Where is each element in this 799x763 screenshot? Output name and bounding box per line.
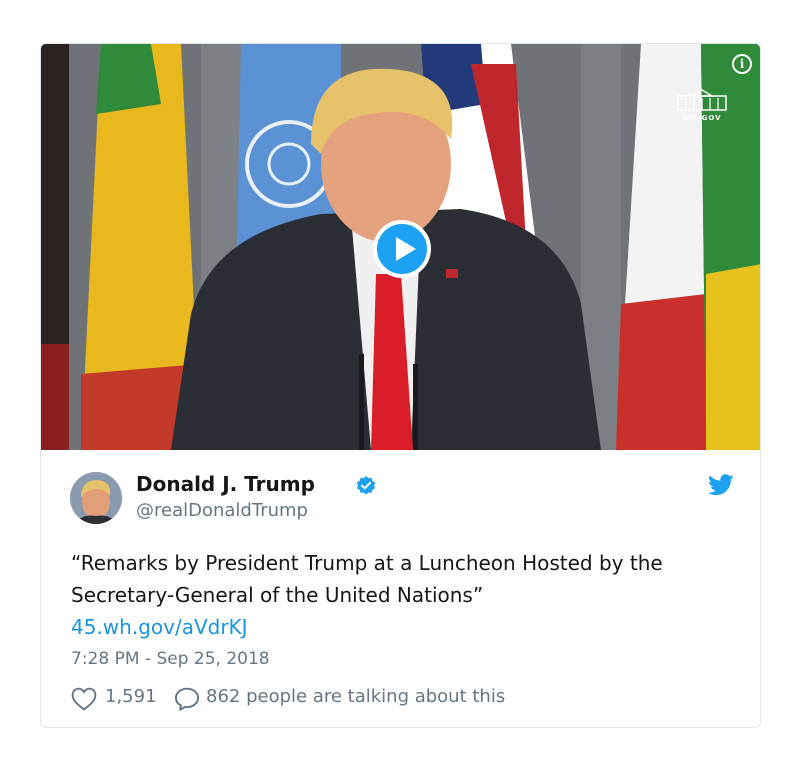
twitter-bird-icon[interactable]: [708, 474, 734, 496]
play-icon: [396, 237, 416, 261]
play-button[interactable]: [373, 220, 431, 278]
tweet-link[interactable]: 45.wh.gov/aVdrKJ: [71, 611, 248, 643]
tweet-body: Donald J. Trump @realDonaldTrump “Remark…: [41, 450, 760, 727]
tweet-card: i WH.GOV Donald J. Trump @realDonaldTrum…: [40, 43, 761, 728]
video-player[interactable]: i WH.GOV: [41, 44, 760, 450]
speech-bubble-icon[interactable]: [174, 687, 200, 711]
conversation-count[interactable]: 862 people are talking about this: [206, 686, 505, 707]
watermark-text: WH.GOV: [682, 114, 722, 122]
heart-icon[interactable]: [71, 687, 97, 711]
white-house-icon: [677, 89, 727, 111]
white-house-watermark: WH.GOV: [672, 88, 732, 122]
tweet-timestamp[interactable]: 7:28 PM - Sep 25, 2018: [71, 649, 270, 669]
author-handle[interactable]: @realDonaldTrump: [136, 500, 308, 521]
author-name[interactable]: Donald J. Trump: [136, 472, 315, 496]
tweet-text: “Remarks by President Trump at a Luncheo…: [71, 551, 663, 607]
verified-badge-icon: [356, 475, 376, 495]
avatar[interactable]: [70, 472, 122, 524]
info-icon[interactable]: i: [732, 54, 752, 74]
like-count: 1,591: [105, 686, 157, 707]
avatar-image: [70, 472, 122, 524]
